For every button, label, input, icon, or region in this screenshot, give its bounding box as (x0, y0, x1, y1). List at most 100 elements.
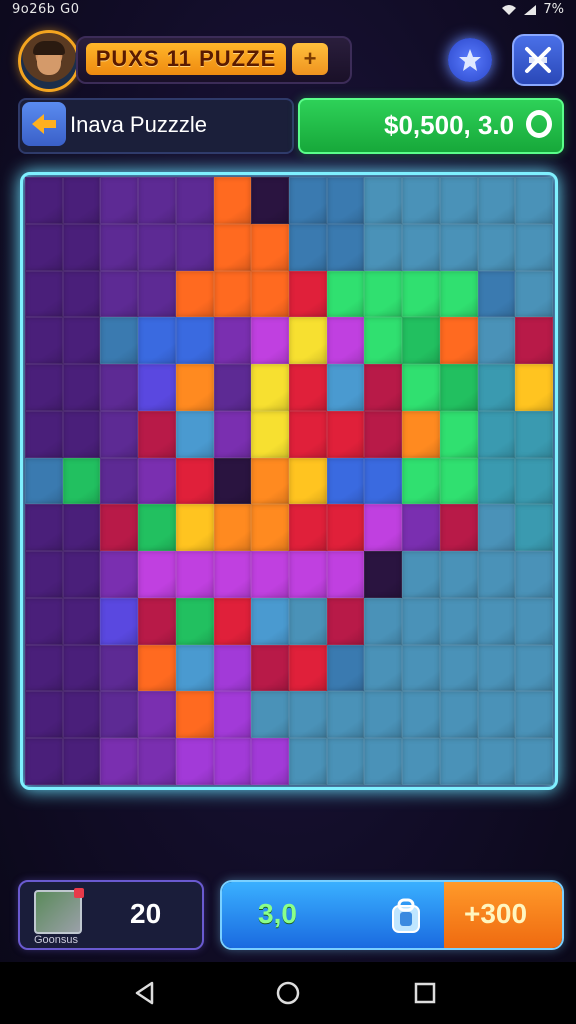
puzzle-piece[interactable] (175, 738, 214, 785)
puzzle-piece[interactable] (62, 410, 101, 458)
nav-back-icon[interactable] (132, 980, 158, 1006)
bonus-button[interactable]: +300 (444, 882, 562, 948)
puzzle-piece[interactable] (213, 457, 252, 505)
puzzle-piece[interactable] (25, 738, 63, 785)
puzzle-piece[interactable] (289, 738, 327, 785)
puzzle-piece[interactable] (289, 457, 327, 505)
nav-home-icon[interactable] (275, 980, 301, 1006)
puzzle-piece[interactable] (515, 457, 553, 505)
nav-recents-icon[interactable] (412, 980, 438, 1006)
puzzle-piece[interactable] (62, 177, 101, 224)
puzzle-piece[interactable] (175, 597, 214, 645)
puzzle-piece[interactable] (25, 504, 63, 552)
puzzle-piece[interactable] (515, 364, 553, 411)
puzzle-piece[interactable] (515, 504, 553, 552)
puzzle-piece[interactable] (138, 551, 176, 598)
puzzle-piece[interactable] (175, 410, 214, 458)
puzzle-piece[interactable] (62, 317, 101, 365)
puzzle-piece[interactable] (62, 597, 101, 645)
puzzle-piece[interactable] (175, 504, 214, 552)
puzzle-piece[interactable] (515, 551, 553, 598)
puzzle-piece[interactable] (477, 317, 516, 365)
puzzle-piece[interactable] (439, 597, 478, 645)
puzzle-piece[interactable] (326, 597, 365, 645)
puzzle-piece[interactable] (100, 738, 139, 785)
puzzle-piece[interactable] (439, 644, 478, 692)
puzzle-piece[interactable] (477, 410, 516, 458)
puzzle-piece[interactable] (100, 223, 139, 271)
puzzle-piece[interactable] (477, 364, 516, 411)
puzzle-piece[interactable] (62, 644, 101, 692)
puzzle-piece[interactable] (289, 504, 327, 552)
puzzle-piece[interactable] (138, 317, 176, 365)
puzzle-piece[interactable] (213, 317, 252, 365)
puzzle-piece[interactable] (326, 364, 365, 411)
puzzle-piece[interactable] (439, 223, 478, 271)
puzzle-piece[interactable] (477, 597, 516, 645)
puzzle-piece[interactable] (439, 177, 478, 224)
puzzle-piece[interactable] (175, 223, 214, 271)
puzzle-piece[interactable] (402, 551, 440, 598)
puzzle-piece[interactable] (213, 551, 252, 598)
puzzle-piece[interactable] (100, 597, 139, 645)
puzzle-piece[interactable] (402, 457, 440, 505)
puzzle-piece[interactable] (364, 644, 403, 692)
puzzle-piece[interactable] (251, 317, 289, 365)
puzzle-piece[interactable] (213, 691, 252, 739)
puzzle-piece[interactable] (251, 597, 289, 645)
puzzle-piece[interactable] (175, 457, 214, 505)
puzzle-piece[interactable] (289, 597, 327, 645)
puzzle-piece[interactable] (326, 270, 365, 318)
puzzle-piece[interactable] (364, 223, 403, 271)
puzzle-piece[interactable] (25, 597, 63, 645)
puzzle-piece[interactable] (439, 457, 478, 505)
puzzle-piece[interactable] (364, 738, 403, 785)
back-button[interactable] (22, 102, 66, 146)
puzzle-piece[interactable] (100, 504, 139, 552)
hint-button[interactable]: 3,0 (222, 882, 444, 948)
puzzle-piece[interactable] (251, 223, 289, 271)
puzzle-piece[interactable] (25, 551, 63, 598)
puzzle-piece[interactable] (100, 691, 139, 739)
puzzle-piece[interactable] (364, 691, 403, 739)
puzzle-piece[interactable] (364, 410, 403, 458)
puzzle-piece[interactable] (138, 738, 176, 785)
puzzle-piece[interactable] (326, 223, 365, 271)
puzzle-piece[interactable] (364, 270, 403, 318)
puzzle-piece[interactable] (515, 317, 553, 365)
puzzle-piece[interactable] (326, 504, 365, 552)
puzzle-piece[interactable] (100, 317, 139, 365)
puzzle-piece[interactable] (402, 317, 440, 365)
puzzle-piece[interactable] (25, 364, 63, 411)
puzzle-piece[interactable] (25, 410, 63, 458)
puzzle-piece[interactable] (251, 364, 289, 411)
puzzle-piece[interactable] (326, 410, 365, 458)
puzzle-piece[interactable] (175, 691, 214, 739)
puzzle-piece[interactable] (402, 223, 440, 271)
puzzle-piece[interactable] (62, 223, 101, 271)
puzzle-piece[interactable] (515, 177, 553, 224)
puzzle-piece[interactable] (289, 691, 327, 739)
puzzle-piece[interactable] (477, 270, 516, 318)
puzzle-piece[interactable] (213, 738, 252, 785)
puzzle-piece[interactable] (439, 691, 478, 739)
star-button[interactable] (448, 38, 492, 82)
puzzle-piece[interactable] (138, 177, 176, 224)
puzzle-piece[interactable] (213, 364, 252, 411)
puzzle-piece[interactable] (326, 644, 365, 692)
puzzle-piece[interactable] (62, 364, 101, 411)
puzzle-piece[interactable] (289, 551, 327, 598)
puzzle-piece[interactable] (439, 317, 478, 365)
puzzle-piece[interactable] (477, 738, 516, 785)
puzzle-piece[interactable] (25, 457, 63, 505)
add-button[interactable]: + (292, 43, 328, 75)
puzzle-piece[interactable] (251, 738, 289, 785)
puzzle-piece[interactable] (138, 504, 176, 552)
puzzle-piece[interactable] (251, 410, 289, 458)
puzzle-piece[interactable] (477, 177, 516, 224)
puzzle-piece[interactable] (138, 457, 176, 505)
puzzle-piece[interactable] (213, 177, 252, 224)
puzzle-piece[interactable] (251, 644, 289, 692)
puzzle-piece[interactable] (289, 270, 327, 318)
puzzle-piece[interactable] (100, 457, 139, 505)
